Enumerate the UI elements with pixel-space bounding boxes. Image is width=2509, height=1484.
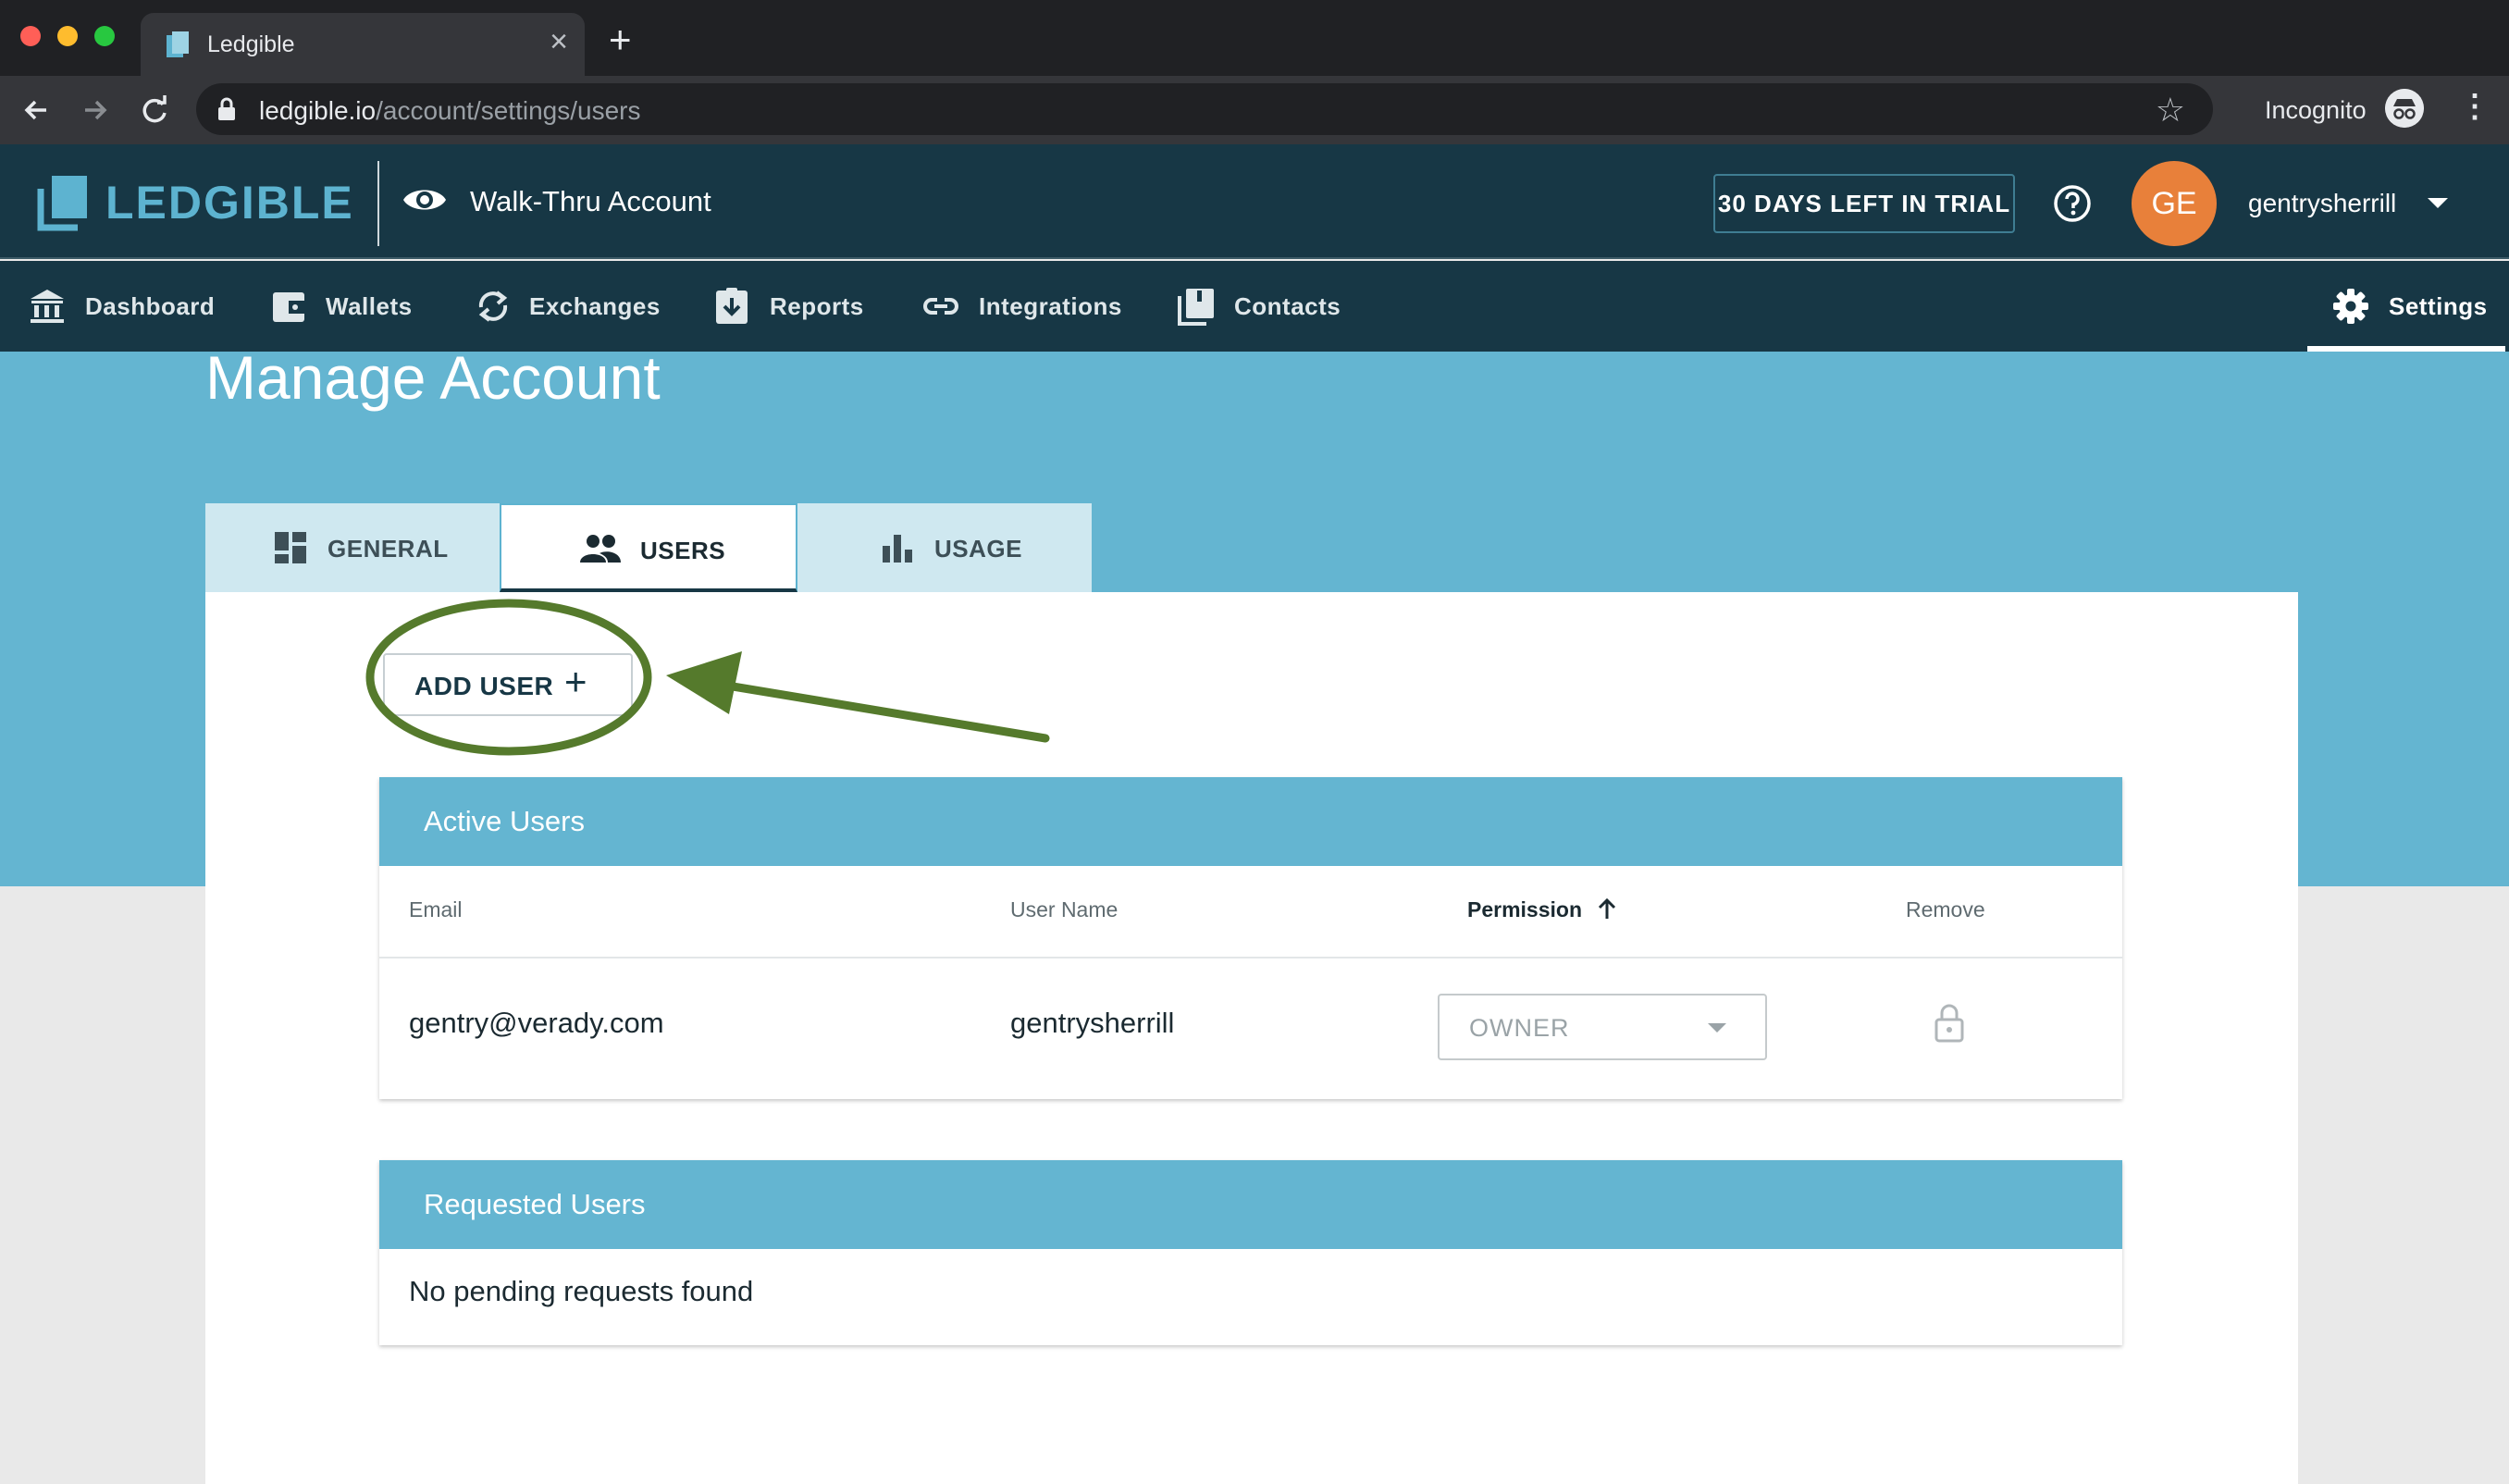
new-tab-icon[interactable]: + (609, 20, 632, 59)
bank-icon (31, 290, 64, 323)
main-nav: Dashboard Wallets Exchanges Reports Inte… (0, 261, 2509, 352)
bookmark-star-icon[interactable]: ☆ (2156, 91, 2185, 130)
permission-header-label: Permission (1467, 897, 1582, 921)
trial-days-button[interactable]: 30 DAYS LEFT IN TRIAL (1713, 174, 2015, 233)
nav-label-integrations: Integrations (979, 292, 1122, 320)
row-user-name: gentrysherrill (1010, 1007, 1175, 1039)
tab-label-usage: USAGE (934, 535, 1022, 563)
bar-chart-icon (883, 535, 912, 563)
url-text: ledgible.io/account/settings/users (259, 96, 641, 125)
download-report-icon (716, 288, 748, 324)
browser-tab[interactable]: Ledgible × (141, 13, 585, 76)
browser-toolbar: ledgible.io/account/settings/users ☆ Inc… (0, 76, 2509, 144)
column-header-permission[interactable]: Permission (1467, 897, 1619, 922)
nav-label-wallets: Wallets (326, 292, 413, 320)
requested-users-title: Requested Users (379, 1160, 2122, 1249)
nav-item-contacts[interactable]: Contacts (1177, 261, 1362, 352)
app-header: LEDGIBLE Walk-Thru Account 30 DAYS LEFT … (0, 144, 2509, 259)
column-header-remove: Remove (1906, 897, 1985, 921)
browser-menu-icon[interactable]: ⋮ (2459, 91, 2490, 122)
minimize-window-button[interactable] (57, 26, 78, 46)
ledgible-favicon-icon (167, 31, 189, 57)
tab-users[interactable]: USERS (500, 503, 797, 592)
lock-icon (1934, 1004, 1964, 1043)
permission-value: OWNER (1469, 1014, 1570, 1042)
active-users-panel: Active Users Email User Name Permission … (379, 777, 2122, 1099)
tab-title: Ledgible (207, 31, 295, 57)
nav-label-reports: Reports (770, 292, 864, 320)
header-divider (377, 161, 379, 246)
nav-label-settings: Settings (2389, 292, 2488, 320)
header-divider-line (379, 957, 2122, 958)
nav-label-contacts: Contacts (1234, 292, 1341, 320)
tab-general[interactable]: GENERAL (205, 503, 500, 592)
eye-icon (403, 190, 446, 210)
close-tab-icon[interactable]: × (550, 26, 568, 57)
people-icon (580, 535, 621, 563)
tab-usage[interactable]: USAGE (797, 503, 1092, 592)
sync-icon (478, 291, 508, 322)
close-window-button[interactable] (20, 26, 41, 46)
sort-ascending-icon (1599, 897, 1616, 919)
help-icon[interactable] (2052, 183, 2093, 224)
incognito-label: Incognito (2265, 96, 2367, 124)
nav-item-reports[interactable]: Reports (712, 261, 879, 352)
wallet-icon (273, 292, 305, 322)
address-bar[interactable]: ledgible.io/account/settings/users ☆ (196, 83, 2213, 135)
column-header-email[interactable]: Email (409, 897, 463, 922)
nav-item-settings[interactable]: Settings (2331, 261, 2507, 352)
avatar[interactable]: GE (2132, 161, 2217, 246)
secure-lock-icon (218, 97, 235, 120)
nav-item-integrations[interactable]: Integrations (921, 261, 1125, 352)
chevron-down-icon[interactable] (2428, 198, 2448, 208)
logo-text[interactable]: LEDGIBLE (105, 176, 354, 229)
active-users-title: Active Users (379, 777, 2122, 866)
contacts-book-icon (1178, 289, 1214, 326)
nav-item-exchanges[interactable]: Exchanges (474, 261, 661, 352)
empty-requests-message: No pending requests found (409, 1275, 754, 1307)
dropdown-arrow-icon (1708, 1023, 1726, 1033)
requested-users-panel: Requested Users No pending requests foun… (379, 1160, 2122, 1345)
back-arrow-icon[interactable] (17, 91, 56, 130)
incognito-icon[interactable] (2385, 89, 2424, 128)
annotation-highlight (365, 599, 1050, 756)
ledgible-logo-icon[interactable] (37, 174, 94, 231)
gear-icon (2333, 289, 2368, 324)
nav-label-dashboard: Dashboard (85, 292, 216, 320)
link-icon (923, 298, 958, 315)
nav-item-dashboard[interactable]: Dashboard (28, 261, 216, 352)
user-menu-name[interactable]: gentrysherrill (2248, 189, 2396, 218)
tab-label-users: USERS (640, 537, 726, 564)
tab-label-general: GENERAL (328, 535, 449, 563)
dashboard-grid-icon (275, 532, 306, 563)
column-header-user-name[interactable]: User Name (1010, 897, 1118, 922)
page-title: Manage Account (205, 343, 661, 412)
forward-arrow-icon[interactable] (76, 91, 115, 130)
permission-select[interactable]: OWNER (1438, 994, 1767, 1060)
maximize-window-button[interactable] (94, 26, 115, 46)
account-name[interactable]: Walk-Thru Account (470, 185, 711, 218)
nav-label-exchanges: Exchanges (529, 292, 661, 320)
row-email: gentry@verady.com (409, 1007, 664, 1039)
nav-item-wallets[interactable]: Wallets (270, 261, 437, 352)
browser-tab-strip: Ledgible × + (0, 0, 2509, 76)
reload-icon[interactable] (135, 91, 174, 130)
